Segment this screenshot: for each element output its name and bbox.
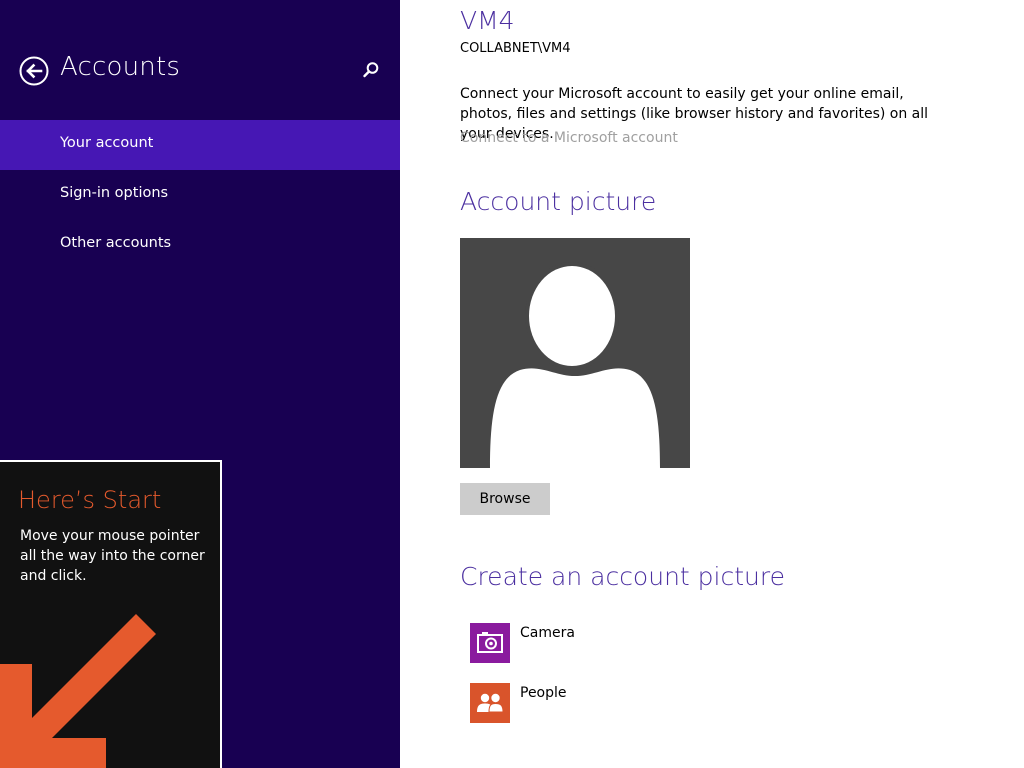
connect-microsoft-account-link[interactable]: Connect to a Microsoft account <box>460 130 678 146</box>
search-icon <box>363 62 379 78</box>
nav-list: Your account Sign-in options Other accou… <box>0 120 400 270</box>
camera-icon <box>477 632 503 653</box>
nav-header: Accounts <box>0 50 400 92</box>
corner-arrow-icon <box>0 614 156 768</box>
account-picture <box>460 238 690 468</box>
nav-item-sign-in-options[interactable]: Sign-in options <box>0 170 400 220</box>
nav-item-other-accounts[interactable]: Other accounts <box>0 220 400 270</box>
back-button[interactable] <box>19 56 49 86</box>
camera-app-item[interactable]: Camera <box>470 623 770 663</box>
page-title: Accounts <box>60 52 181 82</box>
user-name: VM4 <box>460 6 515 35</box>
browse-button[interactable]: Browse <box>460 483 550 515</box>
people-icon <box>477 693 504 713</box>
create-account-picture-heading: Create an account picture <box>460 562 785 591</box>
user-domain: COLLABNET\VM4 <box>460 41 571 56</box>
nav-item-label: Other accounts <box>60 235 172 251</box>
tip-title: Here’s Start <box>18 486 162 514</box>
people-tile <box>470 683 510 723</box>
default-user-silhouette-icon <box>490 262 660 468</box>
search-button[interactable] <box>361 60 381 80</box>
people-label: People <box>520 685 567 701</box>
account-picture-heading: Account picture <box>460 187 657 216</box>
camera-label: Camera <box>520 625 575 641</box>
nav-item-label: Your account <box>60 135 154 151</box>
back-arrow-icon <box>19 56 49 86</box>
tip-body: Move your mouse pointer all the way into… <box>20 528 205 584</box>
account-settings-content: VM4 COLLABNET\VM4 Connect your Microsoft… <box>400 0 1024 768</box>
nav-item-your-account[interactable]: Your account <box>0 120 400 170</box>
start-tip-panel: Here’s Start Move your mouse pointer all… <box>0 460 222 768</box>
nav-item-label: Sign-in options <box>60 185 169 201</box>
people-app-item[interactable]: People <box>470 683 770 723</box>
camera-tile <box>470 623 510 663</box>
settings-nav-pane: Accounts Your account Sign-in options Ot… <box>0 0 400 768</box>
